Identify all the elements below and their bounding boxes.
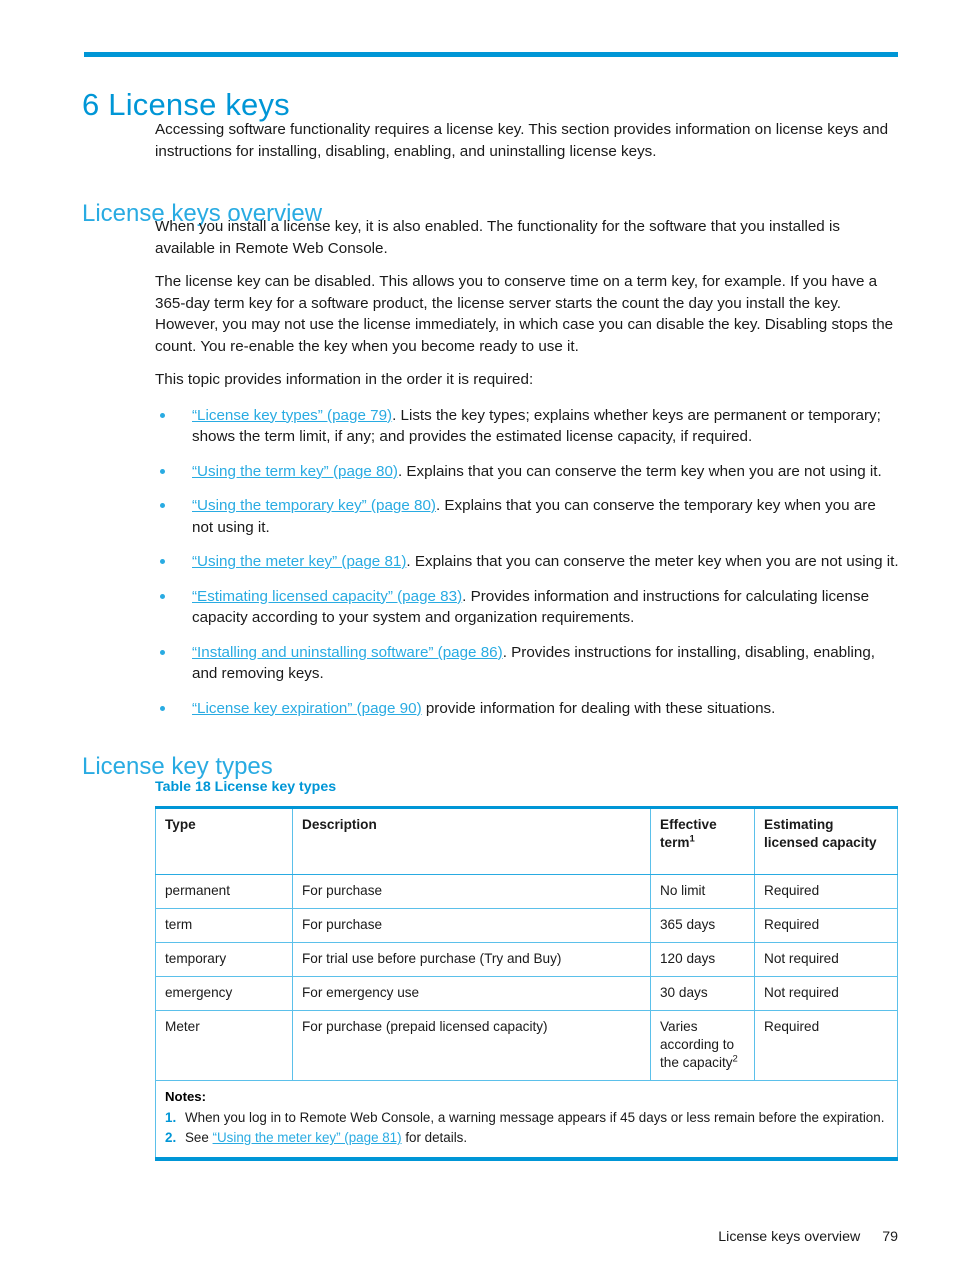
bullet-dot-icon [160,559,165,564]
notes-list: 1. When you log in to Remote Web Console,… [165,1109,888,1147]
cell-effective-term: 365 days [650,908,755,943]
list-item: “Estimating licensed capacity” (page 83)… [155,586,899,629]
footer-page-number: 79 [882,1229,898,1245]
note-number: 2. [165,1130,177,1145]
table-row: emergency For emergency use 30 days Not … [155,976,898,1011]
bullet-dot-icon [160,593,165,599]
note-text: See [185,1130,213,1145]
note-text: When you log in to Remote Web Console, a… [185,1110,885,1125]
cross-reference-link[interactable]: “License key expiration” (page 90) [192,700,422,717]
list-item: “License key expiration” (page 90) provi… [155,698,899,720]
cell-capacity: Not required [754,942,898,977]
table-row: Meter For purchase (prepaid licensed cap… [155,1010,898,1081]
footnote-marker: 2 [732,1053,738,1065]
chapter-top-rule [84,52,898,57]
overview-paragraph-2: The license key can be disabled. This al… [155,273,894,355]
cell-effective-term-text: Varies according to the capacity [660,1019,735,1070]
cell-type: permanent [155,874,293,909]
cross-reference-link[interactable]: “Using the meter key” (page 81) [213,1130,402,1145]
list-item: “Installing and uninstalling software” (… [155,642,899,685]
column-header-label: Description [302,817,377,832]
cell-description: For purchase [292,908,651,943]
page-footer: License keys overview 79 [718,1229,898,1245]
list-item: “License key types” (page 79). Lists the… [155,405,899,448]
list-item-text: . Explains that you can conserve the met… [406,553,899,570]
column-header-label: Estimating licensed capacity [764,817,877,850]
cell-description: For purchase [292,874,651,909]
note-text-after: for details. [401,1130,468,1145]
overview-link-list: “License key types” (page 79). Lists the… [155,405,899,720]
table-row: temporary For trial use before purchase … [155,942,898,977]
cross-reference-link[interactable]: “Using the meter key” (page 81) [192,553,406,570]
table-header-row: Type Description Effective term1 Estimat… [155,807,898,875]
cross-reference-link[interactable]: “Estimating licensed capacity” (page 83) [192,588,462,605]
bullet-dot-icon [160,649,165,655]
table-row: term For purchase 365 days Required [155,908,898,943]
cell-effective-term: No limit [650,874,755,909]
cell-type: Meter [155,1010,293,1081]
cell-description: For purchase (prepaid licensed capacity) [292,1010,651,1081]
bullet-dot-icon [160,503,165,508]
chapter-intro: Accessing software functionality require… [155,119,899,174]
bullet-dot-icon [160,412,165,418]
column-header-label: Type [165,817,196,832]
table-notes-row: Notes: 1. When you log in to Remote Web C… [155,1080,898,1160]
footnote-marker: 1 [689,833,695,845]
column-header-description: Description [292,807,651,875]
cross-reference-link[interactable]: “Installing and uninstalling software” (… [192,644,503,661]
cell-capacity: Required [754,908,898,943]
cell-capacity: Not required [754,976,898,1011]
cell-type: term [155,908,293,943]
list-item: “Using the temporary key” (page 80). Exp… [155,495,899,538]
bullet-dot-icon [160,705,165,711]
cell-effective-term: 30 days [650,976,755,1011]
note-item: 1. When you log in to Remote Web Console,… [165,1109,888,1127]
intro-paragraph: Accessing software functionality require… [155,121,889,160]
page-title: 6 License keys [82,86,290,122]
note-item: 2. See “Using the meter key” (page 81) fo… [165,1129,888,1147]
overview-paragraph-1: When you install a license key, it is al… [155,218,840,257]
cross-reference-link[interactable]: “License key types” (page 79) [192,407,392,424]
cell-effective-term: Varies according to the capacity2 [650,1010,755,1081]
section-heading-license-key-types: License key types [82,752,273,780]
cell-capacity: Required [754,1010,898,1081]
table-row: permanent For purchase No limit Required [155,874,898,909]
note-number: 1. [165,1110,177,1125]
notes-title: Notes: [165,1089,207,1104]
list-item-text: provide information for dealing with the… [421,699,776,717]
section-body-license-keys-overview: When you install a license key, it is al… [155,216,899,732]
cell-description: For emergency use [292,976,651,1011]
license-key-types-table: Type Description Effective term1 Estimat… [155,806,898,1161]
overview-paragraph-3: This topic provides information in the o… [155,371,534,388]
list-item-text: . Explains that you can conserve the ter… [397,462,882,480]
column-header-effective-term: Effective term1 [650,807,755,875]
table-notes: Notes: 1. When you log in to Remote Web C… [155,1080,898,1160]
column-header-type: Type [155,807,293,875]
cell-effective-term: 120 days [650,942,755,977]
cell-type: emergency [155,976,293,1011]
bullet-dot-icon [160,468,165,474]
document-page: 6 License keys Accessing software functi… [0,0,954,1271]
column-header-estimating-licensed-capacity: Estimating licensed capacity [754,807,898,875]
cell-type: temporary [155,942,293,977]
cell-description: For trial use before purchase (Try and B… [292,942,651,977]
table-caption: Table 18 License key types [155,779,337,795]
cross-reference-link[interactable]: “Using the temporary key” (page 80) [192,497,436,514]
cell-capacity: Required [754,874,898,909]
list-item: “Using the meter key” (page 81). Explain… [155,551,899,573]
license-key-types-table-wrap: Type Description Effective term1 Estimat… [155,806,898,1161]
footer-running-head: License keys overview [718,1229,861,1245]
list-item: “Using the term key” (page 80). Explains… [155,461,899,483]
cross-reference-link[interactable]: “Using the term key” (page 80) [192,463,398,480]
